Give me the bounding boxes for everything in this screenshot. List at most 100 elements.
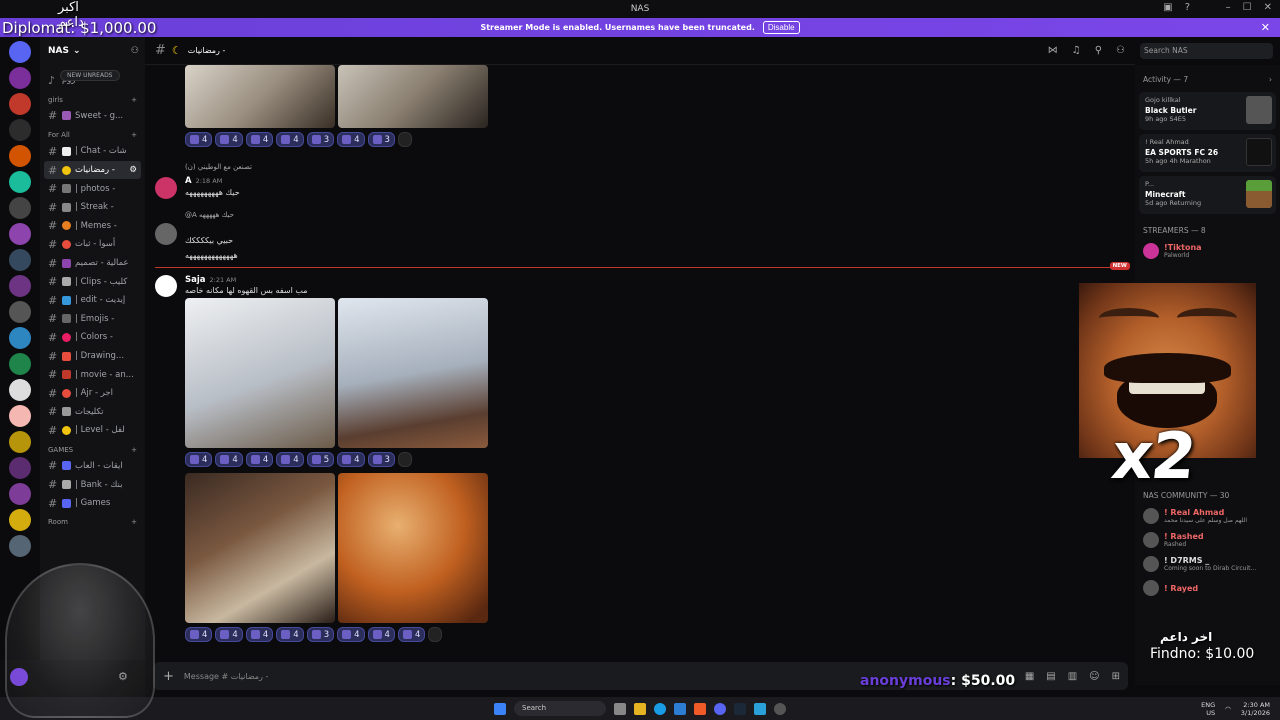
- steam-icon[interactable]: [734, 702, 746, 715]
- bell-icon[interactable]: ♫: [1072, 45, 1081, 56]
- category-room[interactable]: Room +: [40, 512, 145, 529]
- close-banner-icon[interactable]: ✕: [1261, 21, 1270, 34]
- close-window-icon[interactable]: ✕: [1264, 2, 1272, 13]
- avatar[interactable]: [155, 275, 177, 297]
- server-icon[interactable]: [9, 405, 31, 427]
- reaction[interactable]: 4: [337, 132, 365, 147]
- message-image[interactable]: [338, 473, 488, 623]
- channel-colors[interactable]: # | Colors -: [40, 328, 145, 347]
- composer-placeholder[interactable]: Message # رمضانيات -: [184, 672, 268, 681]
- members-icon[interactable]: ⚇: [1116, 45, 1125, 56]
- member-item[interactable]: ! Rashed Rashed: [1135, 528, 1280, 552]
- category-forall[interactable]: For All +: [40, 125, 145, 142]
- add-reaction-button[interactable]: [428, 627, 443, 642]
- apps-icon[interactable]: ⊞: [1112, 671, 1120, 682]
- reaction[interactable]: 4: [185, 627, 213, 642]
- channel-clips[interactable]: # | Clips - كليب: [40, 272, 145, 291]
- category-girls[interactable]: girls +: [40, 90, 145, 107]
- task-view-icon[interactable]: [614, 702, 626, 715]
- server-icon[interactable]: [9, 145, 31, 167]
- reaction[interactable]: 4: [276, 132, 304, 147]
- edge-icon[interactable]: [654, 702, 666, 715]
- message-image[interactable]: [185, 473, 335, 623]
- pin-icon[interactable]: ⚲: [1095, 45, 1102, 56]
- channel-item[interactable]: # أسوا - ثبات: [40, 235, 145, 254]
- reaction[interactable]: 4: [276, 627, 304, 642]
- store-icon[interactable]: [674, 702, 686, 715]
- reaction[interactable]: 3: [367, 452, 395, 467]
- server-icon[interactable]: [9, 171, 31, 193]
- member-item[interactable]: ! D7RMS _ Coming soon to Dirab Circuit...: [1135, 552, 1280, 576]
- reply-preview[interactable]: @A حيك هههههه: [185, 211, 234, 219]
- new-unreads-badge[interactable]: NEW UNREADS: [60, 70, 120, 81]
- server-icon[interactable]: [9, 535, 31, 557]
- server-icon[interactable]: [9, 223, 31, 245]
- disable-streamer-mode-button[interactable]: Disable: [762, 21, 800, 34]
- reaction[interactable]: 4: [215, 627, 243, 642]
- gif-icon[interactable]: ▤: [1046, 671, 1055, 682]
- server-icon[interactable]: [9, 457, 31, 479]
- reaction[interactable]: 3: [367, 132, 395, 147]
- settings-icon[interactable]: ⚙: [129, 165, 137, 175]
- add-channel-icon[interactable]: +: [131, 131, 137, 139]
- channel-photos[interactable]: # | photos -: [40, 179, 145, 198]
- search-input[interactable]: Search NAS: [1140, 43, 1273, 59]
- member-item[interactable]: ! Rayed: [1135, 576, 1280, 600]
- channel-streak[interactable]: # | Streak -: [40, 198, 145, 217]
- reaction[interactable]: 4: [215, 132, 243, 147]
- brave-icon[interactable]: [694, 702, 706, 715]
- member-item[interactable]: !Tiktona Palworld: [1135, 239, 1280, 263]
- server-icon[interactable]: [9, 431, 31, 453]
- discord-icon[interactable]: [714, 702, 726, 715]
- reaction[interactable]: 4: [185, 132, 213, 147]
- message-image[interactable]: [338, 298, 488, 448]
- file-explorer-icon[interactable]: [634, 702, 646, 715]
- reaction[interactable]: 4: [215, 452, 243, 467]
- add-channel-icon[interactable]: +: [131, 446, 137, 454]
- server-header[interactable]: NAS ⌄ ⚇: [40, 37, 145, 65]
- taskbar-search[interactable]: Search: [514, 701, 606, 716]
- reply-preview[interactable]: (ن) تصنعن مع الوطيني: [185, 163, 252, 171]
- channel-item[interactable]: # تكليجات: [40, 403, 145, 422]
- activity-card[interactable]: P... Minecraft 5d ago Returning: [1139, 176, 1276, 214]
- channel-memes[interactable]: # | Memes -: [40, 217, 145, 236]
- add-channel-icon[interactable]: +: [131, 96, 137, 104]
- server-icon[interactable]: [9, 509, 31, 531]
- maximize-icon[interactable]: ☐: [1243, 2, 1252, 13]
- message-image[interactable]: [185, 65, 335, 128]
- server-icon[interactable]: [9, 301, 31, 323]
- channel-ajr[interactable]: # | Ajr - اجر: [40, 384, 145, 403]
- channel-drawing[interactable]: # | Drawing...: [40, 347, 145, 366]
- wifi-icon[interactable]: ◠: [1225, 705, 1231, 713]
- message-author[interactable]: A 2:18 AM: [185, 176, 222, 186]
- message-author[interactable]: Saja 2:21 AM: [185, 275, 236, 285]
- server-icon[interactable]: [9, 197, 31, 219]
- channel-bank[interactable]: # | Bank - بنك: [40, 475, 145, 494]
- reaction[interactable]: 4: [185, 452, 213, 467]
- plus-icon[interactable]: +: [163, 669, 174, 684]
- avatar[interactable]: [155, 177, 177, 199]
- channel-emojis[interactable]: # | Emojis -: [40, 310, 145, 329]
- reaction[interactable]: 3: [306, 132, 335, 147]
- server-icon[interactable]: [9, 93, 31, 115]
- activity-card[interactable]: ! Real Ahmad EA SPORTS FC 26 5h ago 4h M…: [1139, 134, 1276, 172]
- emoji-icon[interactable]: ☺: [1089, 671, 1099, 682]
- help-icon[interactable]: ?: [1185, 2, 1190, 13]
- reaction[interactable]: 4: [245, 132, 274, 147]
- channel-movie[interactable]: # | movie - an...: [40, 365, 145, 384]
- reaction[interactable]: 4: [337, 452, 365, 467]
- reaction[interactable]: 3: [306, 627, 335, 642]
- reaction[interactable]: 4: [397, 627, 426, 642]
- reaction[interactable]: 5: [306, 452, 335, 467]
- lang-indicator[interactable]: ENG US: [1201, 701, 1215, 717]
- channel-games[interactable]: # | Games: [40, 494, 145, 513]
- server-icon[interactable]: [9, 249, 31, 271]
- channel-chat[interactable]: # | Chat - شات: [40, 142, 145, 161]
- reaction[interactable]: 4: [367, 627, 395, 642]
- app-icon[interactable]: [754, 702, 766, 715]
- category-games[interactable]: GAMES +: [40, 440, 145, 457]
- server-icon[interactable]: [9, 119, 31, 141]
- channel-edit[interactable]: # | edit - إيديت: [40, 291, 145, 310]
- message-image[interactable]: [338, 65, 488, 128]
- channel-level[interactable]: # | Level - لفل: [40, 421, 145, 440]
